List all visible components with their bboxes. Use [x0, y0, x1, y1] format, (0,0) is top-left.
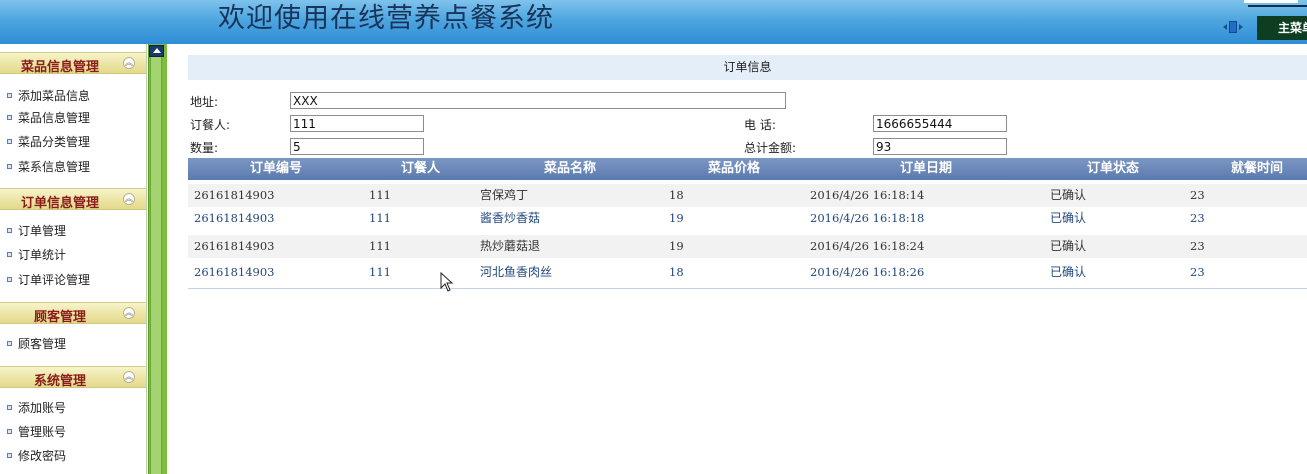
sidebar-group-order-info[interactable]: 订单信息管理 ︽ [0, 188, 146, 211]
sidebar-group-system[interactable]: 系统管理 ︽ [0, 366, 146, 389]
total-amount-label: 总计金额: [744, 141, 797, 155]
column-header-dining-time: 就餐时间 [1231, 161, 1284, 176]
table-row[interactable]: 26161814903 111 酱香炒香菇 19 2016/4/26 16:18… [188, 207, 1307, 230]
bullet-square-icon [7, 277, 12, 282]
table-row[interactable]: 26161814903 111 河北鱼香肉丝 18 2016/4/26 16:1… [188, 261, 1307, 284]
bullet-square-icon [7, 453, 12, 458]
mouse-cursor-icon [440, 272, 454, 292]
arrow-right-icon [1239, 24, 1243, 30]
sidebar-group-title: 菜品信息管理 [20, 60, 99, 75]
column-header-order-status: 订单状态 [1087, 161, 1140, 176]
bullet-square-icon [7, 341, 12, 346]
phone-field[interactable] [873, 115, 1007, 132]
toggle-block-icon [1229, 21, 1237, 33]
scroll-up-arrow-icon[interactable] [149, 45, 164, 57]
column-header-order-date: 订单日期 [900, 161, 953, 176]
system-title: 欢迎使用在线营养点餐系统 [218, 3, 554, 34]
bullet-square-icon [7, 115, 12, 120]
sidebar-group-title: 订单信息管理 [20, 196, 99, 211]
main-menu-button[interactable]: 主菜单 [1257, 16, 1307, 40]
address-label: 地址: [190, 95, 219, 109]
table-row[interactable]: 26161814903 111 宫保鸡丁 18 2016/4/26 16:18:… [188, 184, 1307, 207]
panel-title: 订单信息 [188, 55, 1307, 80]
collapse-up-icon[interactable]: ︽ [123, 57, 135, 69]
collapse-up-icon[interactable]: ︽ [123, 371, 135, 383]
address-field[interactable] [290, 92, 786, 109]
bullet-square-icon [7, 93, 12, 98]
order-table-header: 订单编号 订餐人 菜品名称 菜品价格 订单日期 订单状态 就餐时间 [188, 158, 1307, 180]
bullet-square-icon [7, 228, 12, 233]
column-header-dish-price: 菜品价格 [708, 161, 761, 176]
quantity-label: 数量: [190, 141, 219, 155]
sidebar-group-customer[interactable]: 顾客管理 ︽ [0, 302, 146, 325]
column-header-order-id: 订单编号 [250, 161, 303, 176]
sidebar-group-title: 顾客管理 [33, 310, 86, 325]
quantity-field[interactable] [290, 138, 424, 155]
orderer-label: 订餐人: [190, 118, 231, 132]
orderer-field[interactable] [290, 115, 424, 132]
sidebar-group-title: 系统管理 [33, 374, 86, 389]
column-header-orderer: 订餐人 [401, 161, 441, 176]
total-amount-field[interactable] [873, 138, 1007, 155]
phone-label: 电 话: [744, 118, 776, 132]
collapse-up-icon[interactable]: ︽ [123, 307, 135, 319]
sidebar: 菜品信息管理 ︽ 添加菜品信息 菜品信息管理 菜品分类管理 菜系信息管理 订单信… [0, 44, 147, 474]
top-link-marks [1244, 0, 1307, 7]
sidebar-scroll-track[interactable] [150, 57, 162, 474]
bullet-square-icon [7, 252, 12, 257]
bullet-square-icon [7, 429, 12, 434]
bullet-square-icon [7, 164, 12, 169]
bullet-square-icon [7, 139, 12, 144]
arrow-left-icon [1223, 24, 1227, 30]
column-header-dish-name: 菜品名称 [544, 161, 597, 176]
table-bottom-border [188, 288, 1307, 289]
collapse-up-icon[interactable]: ︽ [123, 193, 135, 205]
bullet-square-icon [7, 405, 12, 410]
sidebar-toggle-arrows-icon[interactable] [1219, 20, 1247, 34]
top-banner: 欢迎使用在线营养点餐系统 主菜单 [0, 0, 1307, 44]
table-row[interactable]: 26161814903 111 热炒蘑菇退 19 2016/4/26 16:18… [188, 235, 1307, 258]
sidebar-group-dish-info[interactable]: 菜品信息管理 ︽ [0, 52, 146, 75]
